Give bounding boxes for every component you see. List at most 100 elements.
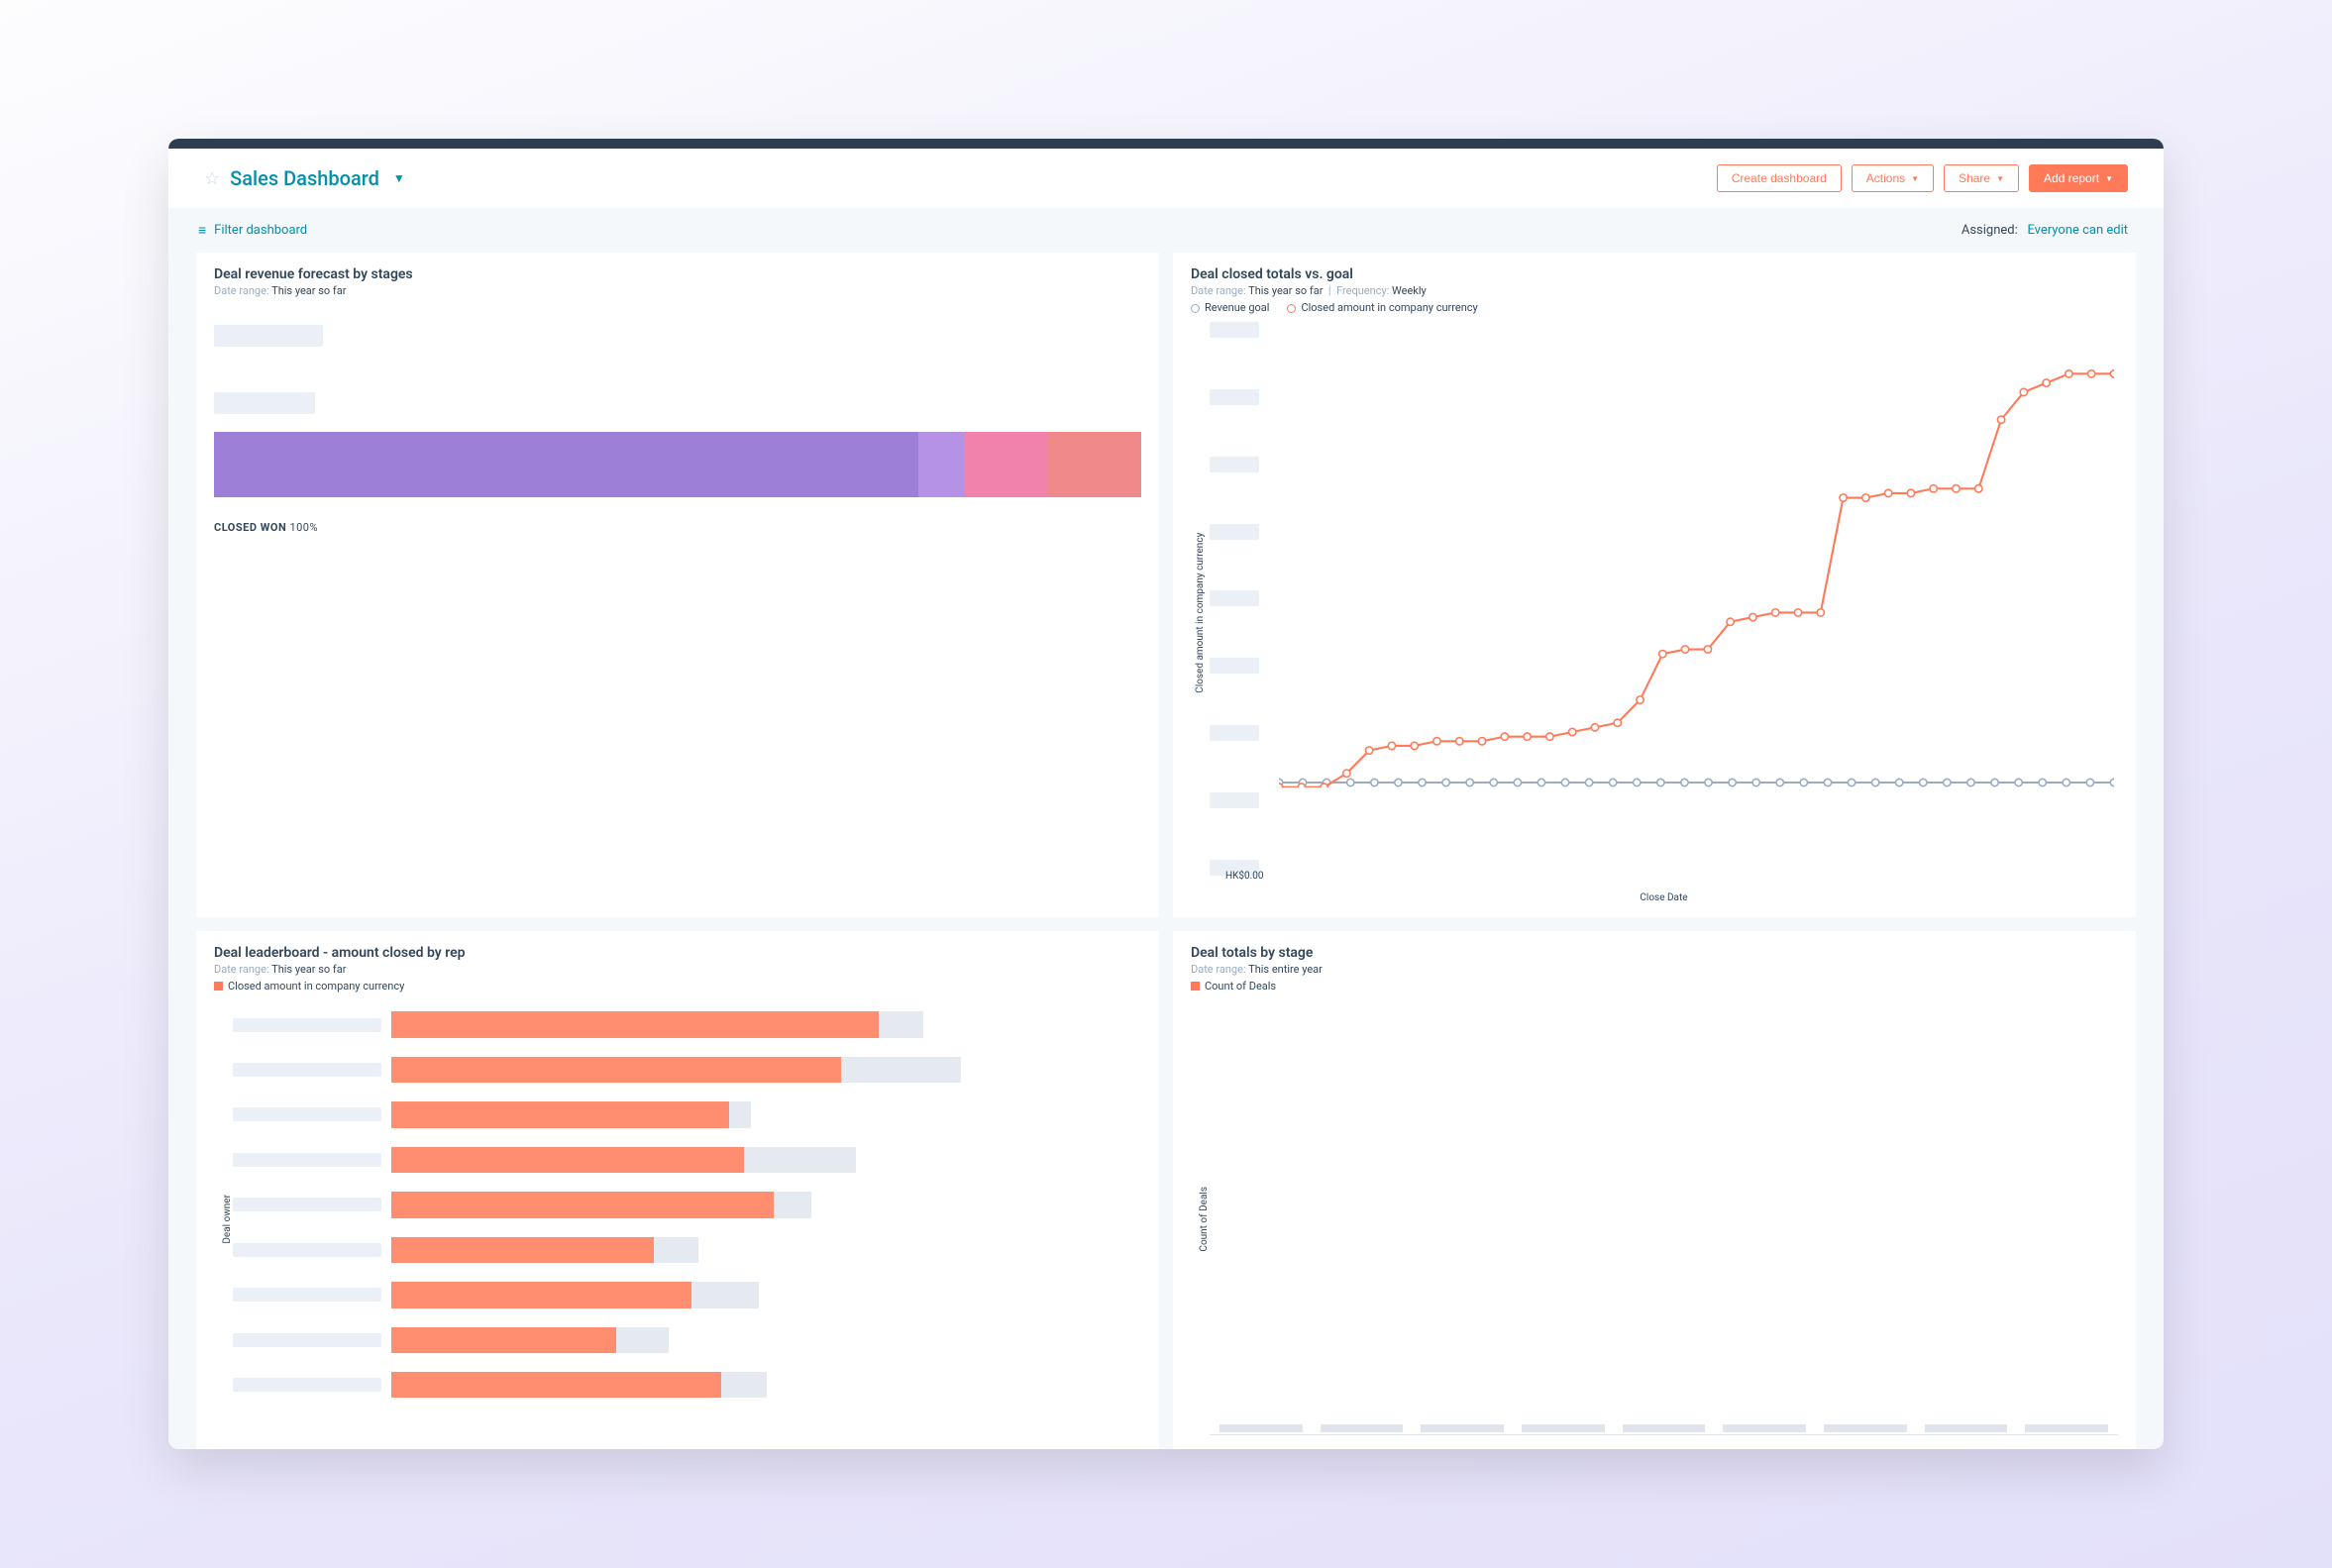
bar-cap — [1925, 1424, 2008, 1432]
range-label: Date range: — [1191, 284, 1246, 297]
leaderboard-row[interactable] — [233, 1002, 1141, 1047]
card-title: Deal leaderboard - amount closed by rep — [214, 945, 1141, 961]
star-icon[interactable]: ☆ — [204, 168, 220, 189]
legend: Revenue goal Closed amount in company cu… — [1191, 301, 2118, 314]
stack-segment[interactable] — [1058, 432, 1141, 497]
dashboard-title[interactable]: Sales Dashboard — [230, 166, 379, 190]
owner-label-redacted — [233, 1018, 381, 1032]
legend-text: Closed amount in company currency — [1301, 301, 1477, 314]
stack-segment[interactable] — [918, 432, 965, 497]
y-tick-redacted — [1210, 524, 1259, 540]
chevron-down-icon[interactable]: ▼ — [393, 171, 405, 185]
y-tick-redacted — [1210, 658, 1259, 674]
card-meta: Date range: This entire year — [1191, 963, 2118, 976]
bar-column[interactable] — [1824, 1424, 1907, 1432]
card-meta: Date range: This year so far | Frequency… — [1191, 284, 2118, 297]
legend-text: Count of Deals — [1205, 980, 1276, 993]
bar-column[interactable] — [1219, 1424, 1303, 1432]
stack-segment[interactable] — [965, 432, 1048, 497]
card-forecast-by-stages: Deal revenue forecast by stages Date ran… — [196, 253, 1159, 917]
owner-label-redacted — [233, 1243, 381, 1257]
owner-label-redacted — [233, 1063, 381, 1077]
legend-item-closed[interactable]: Closed amount in company currency — [1287, 301, 1477, 314]
y-axis-ticks — [1210, 322, 1273, 876]
line-chart[interactable] — [1279, 328, 2114, 787]
assigned-label: Assigned: — [1961, 223, 2018, 238]
leaderboard-row[interactable] — [233, 1363, 1141, 1408]
filter-dashboard-link[interactable]: ≡ Filter dashboard — [198, 222, 307, 239]
leaderboard-row[interactable] — [233, 1317, 1141, 1362]
owner-label-redacted — [233, 1153, 381, 1167]
redacted-figure — [214, 325, 323, 347]
leaderboard-row[interactable] — [233, 1047, 1141, 1092]
leaderboard-row[interactable] — [233, 1093, 1141, 1137]
bar-wrap — [391, 1317, 1141, 1362]
leaderboard-row[interactable] — [233, 1227, 1141, 1272]
caret-down-icon: ▼ — [2105, 174, 2113, 183]
bar-wrap — [391, 1093, 1141, 1137]
y-tick-redacted — [1210, 725, 1259, 741]
legend-item[interactable]: Count of Deals — [1191, 980, 1276, 993]
dot-icon — [1287, 304, 1296, 313]
actions-label: Actions — [1866, 171, 1905, 185]
legend-item[interactable]: Closed amount in company currency — [214, 980, 404, 993]
stack-segment[interactable] — [1048, 432, 1057, 497]
add-report-button[interactable]: Add report ▼ — [2029, 164, 2128, 192]
bar-column[interactable] — [1421, 1424, 1504, 1432]
y-axis-label: Count of Deals — [1191, 1187, 1210, 1252]
bar-column[interactable] — [1925, 1424, 2008, 1432]
leaderboard-row[interactable] — [233, 1137, 1141, 1182]
forecast-stacked-bar[interactable] — [214, 432, 1141, 497]
legend-item-goal[interactable]: Revenue goal — [1191, 301, 1269, 314]
share-button[interactable]: Share ▼ — [1944, 164, 2019, 192]
card-leaderboard: Deal leaderboard - amount closed by rep … — [196, 931, 1159, 1449]
dot-icon — [1191, 304, 1200, 313]
dashboard-grid: Deal revenue forecast by stages Date ran… — [168, 253, 2164, 1449]
bar-value — [391, 1147, 744, 1173]
card-title: Deal totals by stage — [1191, 945, 2118, 961]
bar-value — [391, 1372, 721, 1398]
bar-column[interactable] — [1522, 1424, 1605, 1432]
bar-wrap — [391, 1183, 1141, 1227]
range-label: Date range: — [214, 963, 269, 976]
add-report-label: Add report — [2044, 171, 2099, 185]
bar-columns[interactable] — [1210, 1002, 2118, 1435]
leaderboard-row[interactable] — [233, 1183, 1141, 1227]
stack-segment[interactable] — [214, 432, 918, 497]
actions-button[interactable]: Actions ▼ — [1852, 164, 1934, 192]
chart-body: Closed amount in company currency HK$0.0… — [1191, 322, 2118, 903]
bar-column[interactable] — [1723, 1424, 1806, 1432]
card-closed-vs-goal: Deal closed totals vs. goal Date range: … — [1173, 253, 2136, 917]
bar-cap — [1824, 1424, 1907, 1432]
bar-value — [391, 1192, 774, 1217]
closed-won-label: CLOSED WON — [214, 521, 286, 534]
bar-column[interactable] — [2025, 1424, 2108, 1432]
bar-column[interactable] — [1623, 1424, 1706, 1432]
chart-body: Count of Deals — [1191, 1002, 2118, 1435]
bar-wrap — [391, 1363, 1141, 1408]
range-value: This year so far — [271, 963, 346, 976]
header-left: ☆ Sales Dashboard ▼ — [204, 166, 405, 190]
closed-won-line: CLOSED WON 100% — [214, 521, 1141, 534]
bar-cap — [1723, 1424, 1806, 1432]
bar-wrap — [391, 1273, 1141, 1317]
share-label: Share — [1959, 171, 1990, 185]
chart-body: Deal owner — [214, 1002, 1141, 1435]
bar-column[interactable] — [1321, 1424, 1404, 1432]
caret-down-icon: ▼ — [1911, 174, 1919, 183]
card-meta: Date range: This year so far — [214, 963, 1141, 976]
owner-label-redacted — [233, 1198, 381, 1211]
bar-value — [391, 1282, 691, 1307]
leaderboard-row[interactable] — [233, 1273, 1141, 1317]
assigned-value[interactable]: Everyone can edit — [2027, 223, 2128, 238]
app-frame: ☆ Sales Dashboard ▼ Create dashboard Act… — [168, 139, 2164, 1449]
x-axis-label: Close Date — [1210, 892, 2118, 903]
window-top-bar — [168, 139, 2164, 149]
create-dashboard-button[interactable]: Create dashboard — [1717, 164, 1842, 192]
bar-value — [391, 1101, 729, 1127]
header-actions: Create dashboard Actions ▼ Share ▼ Add r… — [1717, 164, 2128, 192]
freq-label: Frequency: — [1336, 284, 1389, 297]
bar-value — [391, 1237, 654, 1263]
subheader: ≡ Filter dashboard Assigned: Everyone ca… — [168, 208, 2164, 253]
card-totals-by-stage: Deal totals by stage Date range: This en… — [1173, 931, 2136, 1449]
